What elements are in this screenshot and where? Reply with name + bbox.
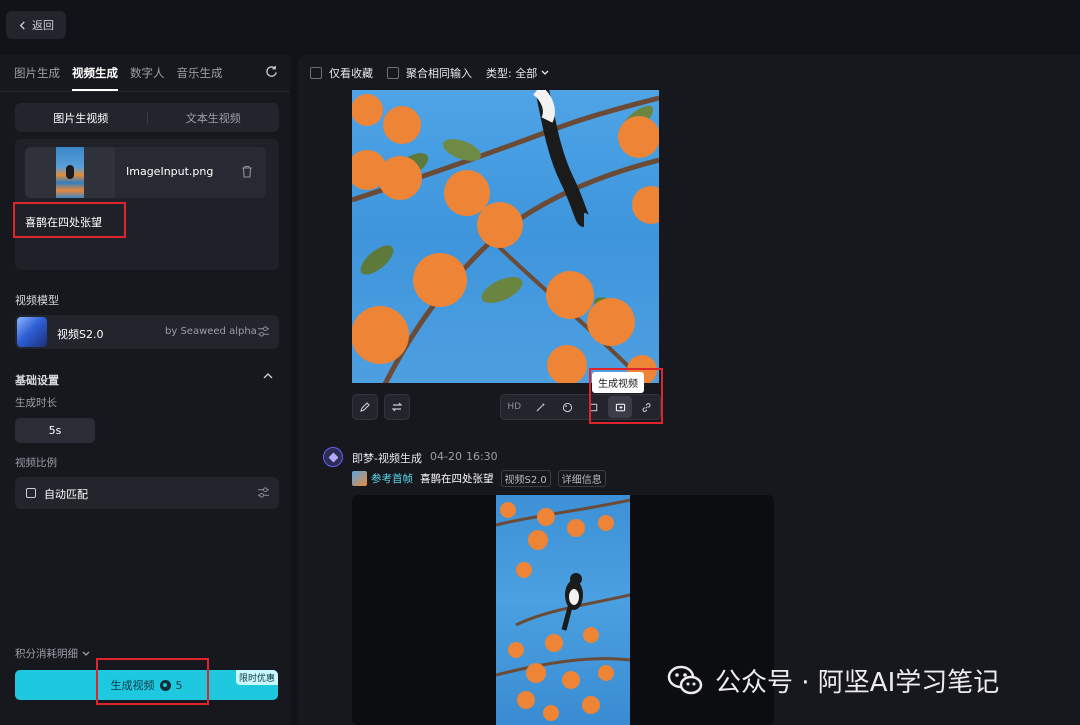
cost-details-toggle[interactable]: 积分消耗明细 [15, 646, 90, 661]
aggregate-checkbox[interactable] [387, 67, 399, 79]
left-panel: 图片生成 视频生成 数字人 音乐生成 图片生视频 文本生视频 ImageInpu… [0, 55, 290, 725]
sliders-icon[interactable] [257, 325, 270, 338]
swap-icon [391, 402, 403, 412]
watermark-text: 公众号 · 阿坚AI学习笔记 [715, 667, 1000, 698]
favorites-only-label: 仅看收藏 [329, 67, 373, 80]
regenerate-button[interactable] [384, 394, 410, 420]
model-chip: 视频S2.0 [500, 470, 551, 487]
reference-frame-label[interactable]: 参考首帧 [371, 471, 413, 486]
mode-text-to-video[interactable]: 文本生视频 [148, 110, 280, 126]
type-label: 类型: 全部 [486, 67, 538, 80]
magic-edit-button[interactable] [529, 396, 553, 418]
agent-avatar [323, 447, 343, 467]
record-prompt: 喜鹊在四处张望 [420, 473, 494, 485]
tab-image-generation[interactable]: 图片生成 [14, 65, 60, 91]
magic-wand-icon [536, 402, 546, 412]
model-by: by Seaweed alpha [165, 326, 257, 337]
cost-label: 积分消耗明细 [15, 648, 78, 660]
duration-option-5s[interactable]: 5s [15, 418, 95, 443]
duration-label: 生成时长 [15, 397, 57, 409]
trash-icon[interactable] [241, 165, 253, 178]
chevron-left-icon [19, 20, 25, 30]
refresh-icon[interactable] [265, 65, 278, 78]
watermark: 公众号 · 阿坚AI学习笔记 [665, 660, 999, 700]
highlight-box-prompt [13, 202, 126, 238]
details-chip[interactable]: 详细信息 [557, 470, 606, 487]
ratio-selector[interactable]: 自动匹配 [15, 477, 279, 509]
promo-badge: 限时优惠 [236, 670, 279, 685]
record-author: 即梦-视频生成 [352, 452, 422, 465]
model-name: 视频S2.0 [57, 328, 104, 341]
model-selector[interactable]: 视频S2.0 by Seaweed alpha [15, 315, 279, 349]
retouch-button[interactable] [555, 396, 579, 418]
results-panel: 仅看收藏 聚合相同输入 类型: 全部 HD 生成视频 即梦-视频生成 04-20… [298, 55, 1080, 725]
chevron-down-icon [541, 70, 549, 75]
back-label: 返回 [32, 19, 54, 32]
chevron-down-icon [82, 651, 90, 656]
uploaded-file-card[interactable]: ImageInput.png [25, 147, 266, 198]
tabs-divider [0, 91, 290, 92]
mode-image-to-video[interactable]: 图片生视频 [15, 110, 147, 126]
record-tags: 参考首帧 喜鹊在四处张望 视频S2.0 详细信息 [352, 470, 606, 487]
record-meta: 即梦-视频生成 04-20 16:30 [352, 450, 498, 466]
ratio-label: 视频比例 [15, 457, 57, 469]
basic-settings-label: 基础设置 [15, 374, 59, 387]
video-frame [496, 495, 630, 725]
magpie-persimmon-image [352, 90, 659, 383]
edit-button[interactable] [352, 394, 378, 420]
aspect-ratio-icon [26, 488, 36, 498]
tab-music-generation[interactable]: 音乐生成 [177, 65, 223, 91]
ratio-value: 自动匹配 [44, 488, 88, 501]
generated-image[interactable] [352, 90, 659, 383]
mode-toggle: 图片生视频 文本生视频 [15, 103, 279, 132]
highlight-box-generate [96, 658, 209, 705]
magpie-video-frame-image [496, 498, 630, 721]
type-dropdown[interactable]: 类型: 全部 [486, 65, 549, 81]
back-button[interactable]: 返回 [6, 11, 66, 39]
pencil-icon [360, 402, 370, 412]
aggregate-input-filter[interactable]: 聚合相同输入 [387, 65, 472, 81]
tab-video-generation[interactable]: 视频生成 [72, 65, 118, 91]
filter-bar: 仅看收藏 聚合相同输入 类型: 全部 [310, 65, 563, 81]
model-thumbnail [17, 317, 47, 347]
thumbnail-image [56, 147, 84, 198]
generation-tabs: 图片生成 视频生成 数字人 音乐生成 [14, 65, 223, 91]
favorites-only-filter[interactable]: 仅看收藏 [310, 65, 373, 81]
palette-icon [562, 402, 572, 412]
chevron-up-icon[interactable] [263, 372, 273, 379]
record-date: 04-20 [429, 450, 462, 463]
sliders-icon[interactable] [257, 486, 270, 499]
reference-frame-thumbnail[interactable] [352, 471, 367, 486]
model-section-label: 视频模型 [15, 294, 59, 307]
aggregate-label: 聚合相同输入 [406, 67, 472, 80]
hd-label: HD [507, 402, 522, 412]
record-time: 16:30 [465, 450, 498, 463]
wechat-icon [667, 665, 703, 695]
hd-upscale-button[interactable]: HD [502, 396, 526, 418]
favorites-checkbox[interactable] [310, 67, 322, 79]
file-name: ImageInput.png [126, 165, 214, 178]
tab-digital-human[interactable]: 数字人 [130, 65, 165, 91]
highlight-box-toolbar [589, 368, 663, 424]
basic-settings-header[interactable]: 基础设置 [15, 369, 279, 388]
file-thumbnail [25, 147, 115, 198]
